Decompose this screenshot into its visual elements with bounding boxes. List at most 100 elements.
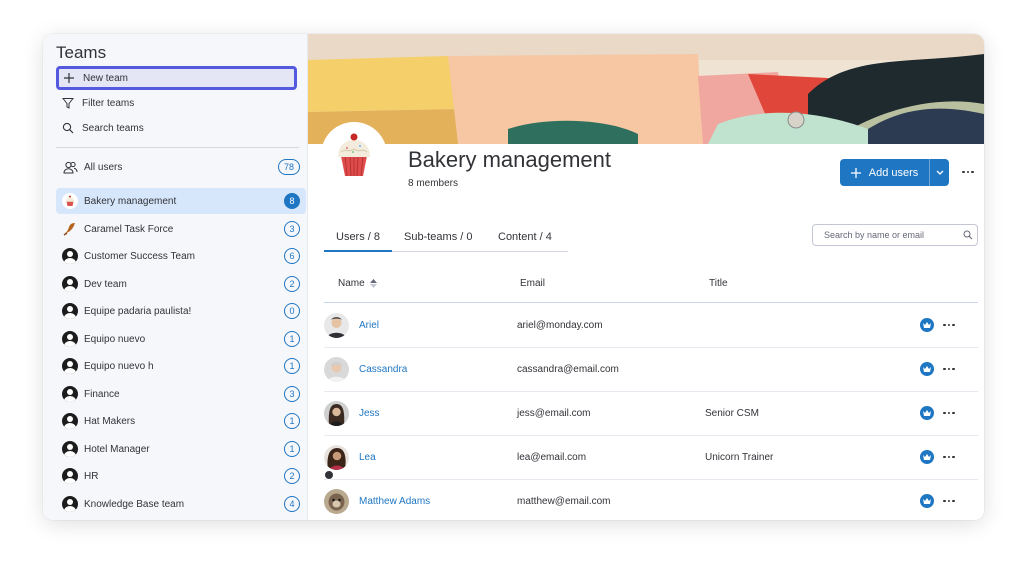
cupcake-icon [62, 193, 78, 209]
caramel-icon [62, 221, 78, 237]
team-avatar-icon [62, 386, 78, 402]
search-placeholder: Search by name or email [824, 230, 925, 240]
column-header-title: Title [709, 278, 728, 289]
crown-icon[interactable] [920, 406, 934, 420]
sidebar-item-team[interactable]: Equipe padaria paulista! 0 [56, 298, 306, 324]
add-users-main[interactable]: Add users [840, 159, 929, 186]
member-count-badge: 2 [284, 468, 300, 484]
team-avatar-icon [62, 358, 78, 374]
team-avatar-icon [62, 303, 78, 319]
user-name-link[interactable]: Ariel [359, 320, 379, 331]
sidebar-item-label: Equipo nuevo [84, 333, 146, 345]
filter-icon [60, 97, 76, 109]
sidebar-item-team[interactable]: Caramel Task Force 3 [56, 216, 306, 242]
sidebar-item-team[interactable]: Bakery management 8 [56, 188, 306, 214]
avatar [324, 401, 349, 426]
avatar [324, 445, 349, 480]
member-count-badge: 8 [284, 193, 300, 209]
plus-icon [61, 72, 77, 84]
member-count-badge: 6 [284, 248, 300, 264]
sidebar-item-label: Finance [84, 388, 120, 400]
more-options-icon[interactable] [959, 163, 977, 181]
user-name-link[interactable]: Jess [359, 408, 380, 419]
row-more-options-icon[interactable] [940, 360, 958, 378]
teams-sidebar: Teams New team Filter teams Search teams [43, 34, 308, 520]
teams-window: Teams New team Filter teams Search teams [43, 34, 984, 520]
filter-teams-button[interactable]: Filter teams [56, 91, 297, 115]
sidebar-item-team[interactable]: Dev team 2 [56, 271, 306, 297]
table-header-divider [324, 302, 978, 303]
column-header-email: Email [520, 278, 546, 289]
team-detail-panel: Bakery management 8 members Add users Us… [308, 34, 984, 520]
crown-icon[interactable] [920, 318, 934, 332]
row-more-options-icon[interactable] [940, 492, 958, 510]
tab-users[interactable]: Users / 8 [323, 231, 393, 252]
team-avatar-icon [62, 496, 78, 512]
crown-icon[interactable] [920, 494, 934, 508]
team-cover-banner [308, 34, 984, 144]
cupcake-icon [338, 133, 370, 177]
sidebar-item-team[interactable]: Equipo nuevo h 1 [56, 353, 306, 379]
table-row[interactable]: Matthew Adams matthew@email.com [324, 480, 978, 520]
sidebar-item-label: Bakery management [84, 195, 177, 207]
sidebar-item-label: Caramel Task Force [84, 223, 174, 235]
sidebar-item-team[interactable]: Hotel Manager 1 [56, 436, 306, 462]
user-name-link[interactable]: Lea [359, 452, 376, 463]
member-count-badge: 4 [284, 496, 300, 512]
users-icon [62, 159, 78, 175]
sidebar-item-label: Dev team [84, 278, 127, 290]
tab-sub-teams[interactable]: Sub-teams / 0 [404, 231, 472, 243]
crown-icon[interactable] [920, 362, 934, 376]
table-row[interactable]: Ariel ariel@monday.com [324, 304, 978, 348]
sidebar-item-all-users[interactable]: All users 78 [56, 154, 306, 180]
chevron-down-icon[interactable] [929, 159, 949, 186]
search-teams-label: Search teams [82, 122, 144, 134]
search-icon [60, 122, 76, 134]
team-avatar-icon [62, 413, 78, 429]
sidebar-item-team[interactable]: HR 2 [56, 463, 306, 489]
search-icon [959, 230, 977, 240]
sidebar-item-team[interactable]: Finance 3 [56, 381, 306, 407]
team-member-count: 8 members [408, 178, 459, 189]
sidebar-item-label: Equipo nuevo h [84, 360, 154, 372]
search-teams-button[interactable]: Search teams [56, 116, 297, 140]
table-row[interactable]: Cassandra cassandra@email.com [324, 348, 978, 392]
sidebar-item-team[interactable]: Customer Success Team 6 [56, 243, 306, 269]
sidebar-item-label: Hotel Manager [84, 443, 150, 455]
sidebar-item-team[interactable]: Equipo nuevo 1 [56, 326, 306, 352]
column-header-name[interactable]: Name [338, 278, 377, 289]
team-avatar-icon [62, 468, 78, 484]
new-team-label: New team [83, 72, 129, 84]
team-tabs: Users / 8 Sub-teams / 0 Content / 4 [323, 226, 568, 252]
add-users-button[interactable]: Add users [840, 159, 949, 186]
user-name-link[interactable]: Cassandra [359, 364, 407, 375]
table-row[interactable]: Lea lea@email.com Unicorn Trainer [324, 436, 978, 480]
tab-content[interactable]: Content / 4 [498, 231, 552, 243]
sidebar-item-label: Hat Makers [84, 415, 136, 427]
user-title: Senior CSM [705, 408, 759, 419]
avatar [324, 313, 349, 338]
row-more-options-icon[interactable] [940, 448, 958, 466]
sidebar-divider [56, 147, 299, 148]
user-email: matthew@email.com [517, 496, 611, 507]
team-avatar-icon [62, 441, 78, 457]
user-email: lea@email.com [517, 452, 587, 463]
guest-badge-icon [324, 470, 334, 480]
table-row[interactable]: Jess jess@email.com Senior CSM [324, 392, 978, 436]
team-avatar[interactable] [321, 122, 387, 188]
user-name-link[interactable]: Matthew Adams [359, 496, 430, 507]
avatar [324, 357, 349, 382]
new-team-button[interactable]: New team [56, 66, 297, 90]
row-more-options-icon[interactable] [940, 404, 958, 422]
user-title: Unicorn Trainer [705, 452, 774, 463]
row-more-options-icon[interactable] [940, 316, 958, 334]
member-count-badge: 2 [284, 276, 300, 292]
member-count-badge: 3 [284, 386, 300, 402]
search-members-input[interactable]: Search by name or email [812, 224, 978, 246]
sidebar-item-team[interactable]: Knowledge Base team 4 [56, 491, 306, 517]
crown-icon[interactable] [920, 450, 934, 464]
plus-icon [850, 167, 861, 178]
user-email: cassandra@email.com [517, 364, 619, 375]
member-count-badge: 0 [284, 303, 300, 319]
sidebar-item-team[interactable]: Hat Makers 1 [56, 408, 306, 434]
